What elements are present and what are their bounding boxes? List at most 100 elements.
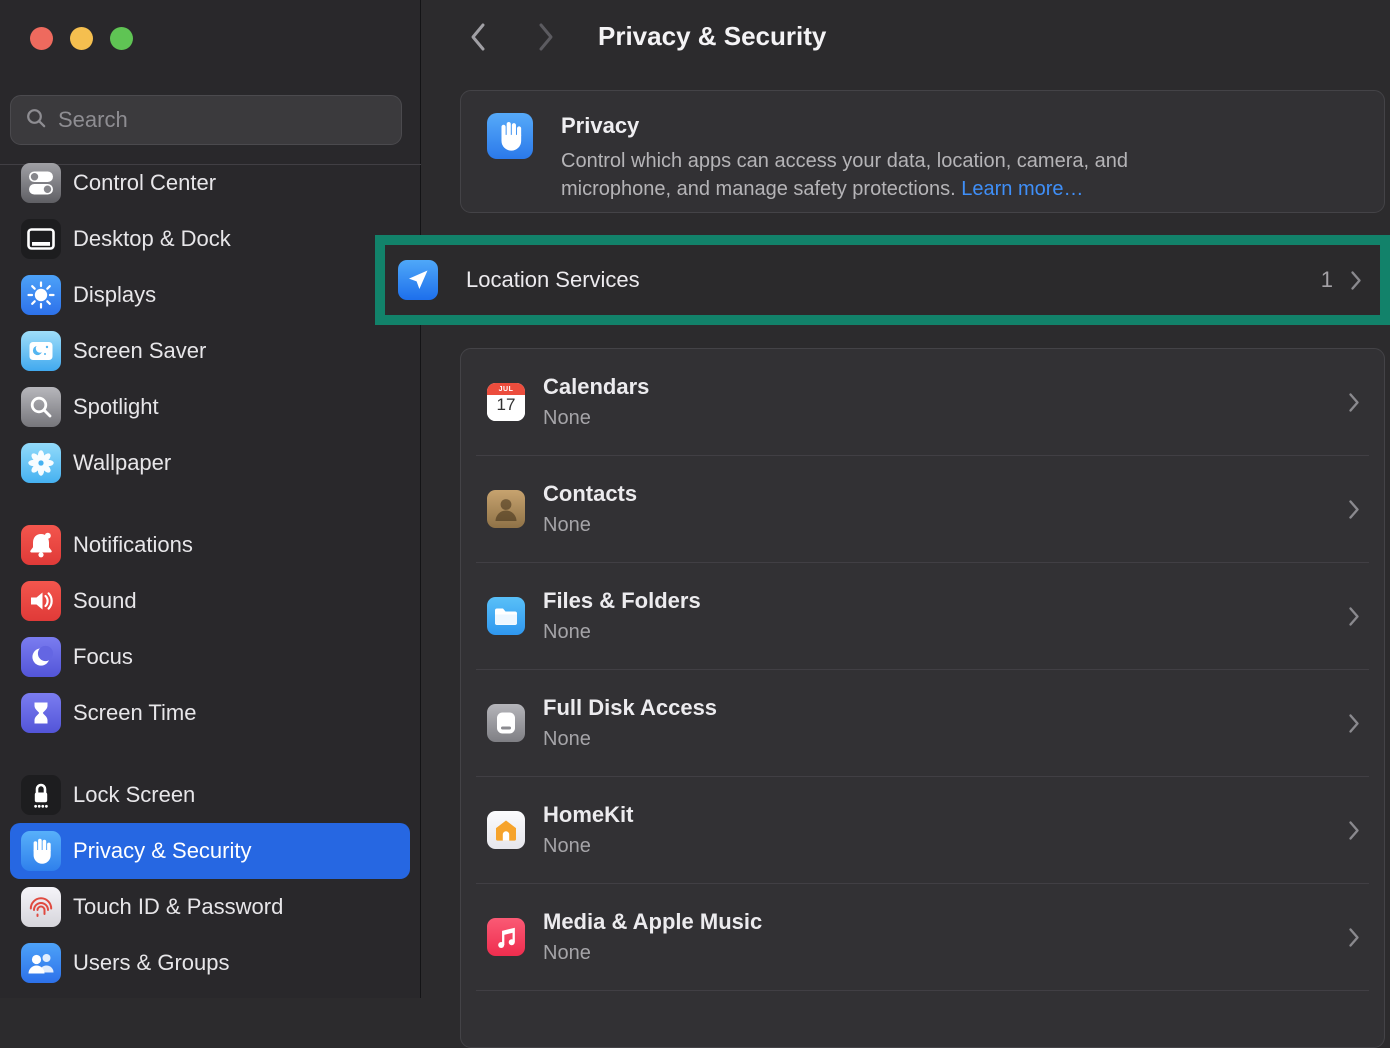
search-icon bbox=[25, 107, 47, 134]
search-input[interactable] bbox=[58, 107, 387, 133]
sidebar-item-control-center[interactable]: Control Center bbox=[10, 155, 410, 211]
sidebar-section-gap bbox=[10, 491, 410, 517]
contacts-row[interactable]: Contacts None bbox=[461, 456, 1384, 562]
page-title: Privacy & Security bbox=[598, 21, 826, 52]
location-services-annotation: Location Services 1 bbox=[375, 235, 1390, 325]
control-center-icon bbox=[21, 163, 61, 203]
row-text: Files & Folders None bbox=[543, 588, 1348, 644]
row-title: Media & Apple Music bbox=[543, 909, 1348, 935]
chevron-right-icon bbox=[1348, 713, 1360, 734]
privacy-security-icon bbox=[21, 831, 61, 871]
search-field[interactable] bbox=[10, 95, 402, 145]
media-apple-music-row[interactable]: Media & Apple Music None bbox=[461, 884, 1384, 990]
homekit-icon bbox=[487, 811, 525, 849]
displays-icon bbox=[21, 275, 61, 315]
row-title: Files & Folders bbox=[543, 588, 1348, 614]
touch-id-icon bbox=[21, 887, 61, 927]
sidebar-item-label: Spotlight bbox=[73, 394, 159, 420]
sidebar-item-users-groups[interactable]: Users & Groups bbox=[10, 935, 410, 991]
sidebar: Control Center Desktop & Dock Displays S… bbox=[0, 0, 421, 998]
sidebar-item-label: Desktop & Dock bbox=[73, 226, 231, 252]
permissions-card: JUL 17 Calendars None Contacts None bbox=[460, 348, 1385, 1048]
sidebar-item-wallpaper[interactable]: Wallpaper bbox=[10, 435, 410, 491]
sidebar-item-label: Sound bbox=[73, 588, 137, 614]
files-folders-row[interactable]: Files & Folders None bbox=[461, 563, 1384, 669]
sidebar-item-label: Focus bbox=[73, 644, 133, 670]
main-pane: Privacy & Security Privacy Control which… bbox=[422, 0, 1390, 998]
row-text: Media & Apple Music None bbox=[543, 909, 1348, 965]
row-value: None bbox=[543, 942, 1348, 965]
location-services-row[interactable]: Location Services 1 bbox=[398, 260, 1362, 300]
media-apple-music-icon bbox=[487, 918, 525, 956]
files-folders-icon bbox=[487, 597, 525, 635]
forward-button[interactable] bbox=[538, 22, 554, 57]
location-services-icon bbox=[398, 260, 438, 300]
sidebar-item-label: Wallpaper bbox=[73, 450, 171, 476]
sidebar-item-desktop-dock[interactable]: Desktop & Dock bbox=[10, 211, 410, 267]
sidebar-section-gap bbox=[10, 741, 410, 767]
chevron-right-icon bbox=[1348, 606, 1360, 627]
spotlight-icon bbox=[21, 387, 61, 427]
screen-time-icon bbox=[21, 693, 61, 733]
calendar-icon-day: 17 bbox=[487, 395, 525, 421]
contacts-icon bbox=[487, 490, 525, 528]
wallpaper-icon bbox=[21, 443, 61, 483]
sound-icon bbox=[21, 581, 61, 621]
sidebar-item-label: Notifications bbox=[73, 532, 193, 558]
sidebar-item-lock-screen[interactable]: Lock Screen bbox=[10, 767, 410, 823]
privacy-description-line1: Control which apps can access your data,… bbox=[561, 150, 1128, 172]
focus-icon bbox=[21, 637, 61, 677]
row-text: HomeKit None bbox=[543, 802, 1348, 858]
privacy-card: Privacy Control which apps can access yo… bbox=[460, 90, 1385, 213]
sidebar-item-spotlight[interactable]: Spotlight bbox=[10, 379, 410, 435]
sidebar-item-label: Control Center bbox=[73, 170, 216, 196]
sidebar-item-touch-id-password[interactable]: Touch ID & Password bbox=[10, 879, 410, 935]
privacy-description-line2: microphone, and manage safety protection… bbox=[561, 178, 961, 200]
full-disk-access-row[interactable]: Full Disk Access None bbox=[461, 670, 1384, 776]
row-title: HomeKit bbox=[543, 802, 1348, 828]
close-button[interactable] bbox=[30, 27, 53, 50]
sidebar-item-screen-saver[interactable]: Screen Saver bbox=[10, 323, 410, 379]
row-title: Full Disk Access bbox=[543, 695, 1348, 721]
sidebar-item-notifications[interactable]: Notifications bbox=[10, 517, 410, 573]
sidebar-item-label: Users & Groups bbox=[73, 950, 230, 976]
sidebar-item-label: Touch ID & Password bbox=[73, 894, 283, 920]
row-text: Calendars None bbox=[543, 374, 1348, 430]
calendar-icon-month: JUL bbox=[487, 383, 525, 395]
calendars-row[interactable]: JUL 17 Calendars None bbox=[461, 349, 1384, 455]
learn-more-link[interactable]: Learn more… bbox=[961, 178, 1083, 200]
privacy-card-title: Privacy bbox=[561, 113, 1128, 139]
row-value: None bbox=[543, 728, 1348, 751]
back-button[interactable] bbox=[470, 22, 486, 57]
row-text: Contacts None bbox=[543, 481, 1348, 537]
zoom-button[interactable] bbox=[110, 27, 133, 50]
sidebar-item-privacy-security[interactable]: Privacy & Security bbox=[10, 823, 410, 879]
notifications-icon bbox=[21, 525, 61, 565]
location-services-label: Location Services bbox=[466, 267, 1321, 293]
sidebar-item-label: Screen Time bbox=[73, 700, 197, 726]
sidebar-item-focus[interactable]: Focus bbox=[10, 629, 410, 685]
row-title: Contacts bbox=[543, 481, 1348, 507]
sidebar-item-label: Screen Saver bbox=[73, 338, 206, 364]
row-value: None bbox=[543, 835, 1348, 858]
privacy-card-text: Privacy Control which apps can access yo… bbox=[561, 113, 1128, 212]
minimize-button[interactable] bbox=[70, 27, 93, 50]
privacy-hand-icon bbox=[487, 113, 533, 159]
chevron-right-icon bbox=[1350, 270, 1362, 291]
row-value: None bbox=[543, 407, 1348, 430]
row-text: Full Disk Access None bbox=[543, 695, 1348, 751]
row-divider bbox=[476, 990, 1369, 991]
sidebar-list: Control Center Desktop & Dock Displays S… bbox=[10, 155, 410, 991]
calendar-icon: JUL 17 bbox=[487, 383, 525, 421]
chevron-right-icon bbox=[1348, 499, 1360, 520]
privacy-card-description: Control which apps can access your data,… bbox=[561, 147, 1128, 203]
sidebar-item-sound[interactable]: Sound bbox=[10, 573, 410, 629]
location-services-count: 1 bbox=[1321, 267, 1333, 293]
sidebar-item-displays[interactable]: Displays bbox=[10, 267, 410, 323]
homekit-row[interactable]: HomeKit None bbox=[461, 777, 1384, 883]
row-title: Calendars bbox=[543, 374, 1348, 400]
sidebar-item-label: Lock Screen bbox=[73, 782, 195, 808]
sidebar-item-screen-time[interactable]: Screen Time bbox=[10, 685, 410, 741]
row-value: None bbox=[543, 514, 1348, 537]
full-disk-access-icon bbox=[487, 704, 525, 742]
